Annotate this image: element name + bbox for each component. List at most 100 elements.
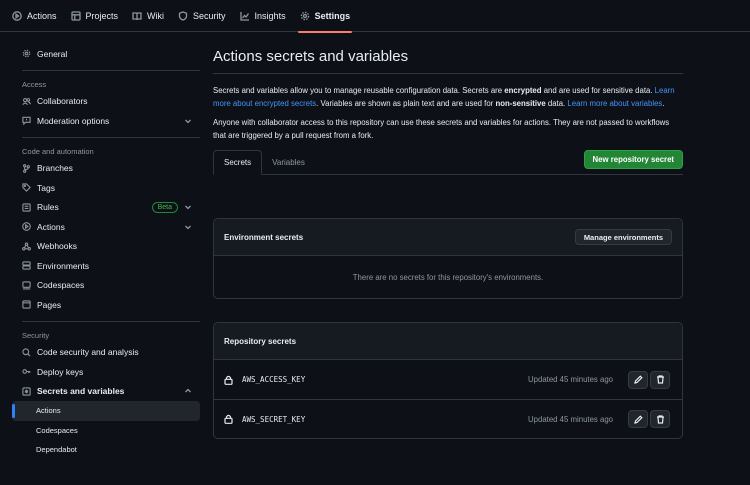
sidebar-item-moderation[interactable]: Moderation options xyxy=(12,111,200,131)
collaborator-note: Anyone with collaborator access to this … xyxy=(213,118,670,140)
repo-nav: Actions Projects Wiki Security Insights … xyxy=(0,0,750,33)
learn-variables-link[interactable]: Learn more about variables xyxy=(567,99,662,108)
intro-paragraph: Secrets and variables allow you to manag… xyxy=(213,86,675,108)
nav-tab-settings[interactable]: Settings xyxy=(297,0,352,33)
nav-tab-label: Projects xyxy=(85,10,119,21)
sidebar-item-rules[interactable]: Rules Beta xyxy=(12,198,200,218)
new-repository-secret-button[interactable]: New repository secret xyxy=(583,150,683,169)
delete-secret-button[interactable] xyxy=(650,370,670,389)
key-asterisk-icon xyxy=(22,387,31,396)
nav-tab-label: Insights xyxy=(254,10,286,21)
report-icon xyxy=(22,117,31,126)
chevron-up-icon[interactable] xyxy=(184,387,192,395)
graph-icon xyxy=(239,11,249,21)
sidebar-item-code-security[interactable]: Code security and analysis xyxy=(12,343,200,363)
lock-icon xyxy=(224,414,233,424)
webhook-icon xyxy=(22,242,31,251)
sidebar-heading-code: Code and automation xyxy=(22,146,94,156)
sidebar-item-collaborators[interactable]: Collaborators xyxy=(12,92,200,112)
nav-tab-label: Wiki xyxy=(147,10,165,21)
main-content: Actions secrets and variables Secrets an… xyxy=(213,44,683,439)
environment-secrets-header: Environment secrets Manage environments xyxy=(214,219,682,256)
sidebar-item-label: Environments xyxy=(37,260,89,271)
lock-icon xyxy=(224,375,233,385)
sidebar-item-label: Actions xyxy=(37,221,65,232)
codespaces-icon xyxy=(22,281,31,290)
key-icon xyxy=(22,369,31,375)
secret-name: AWS_ACCESS_KEY xyxy=(242,375,306,384)
rules-icon xyxy=(22,203,31,212)
page-title: Actions secrets and variables xyxy=(213,48,409,65)
nav-tab-label: Settings xyxy=(314,10,351,21)
tag-icon xyxy=(22,183,31,193)
nav-tab-label: Security xyxy=(193,10,226,21)
secret-updated: Updated 45 minutes ago xyxy=(528,414,613,424)
tab-variables[interactable]: Variables xyxy=(262,150,315,174)
environment-secrets-empty: There are no secrets for this repository… xyxy=(352,272,544,282)
sidebar-item-label: Webhooks xyxy=(37,241,78,252)
title-divider xyxy=(213,73,683,74)
branch-icon xyxy=(23,163,30,173)
sidebar-divider xyxy=(22,320,200,322)
pencil-icon xyxy=(633,375,643,384)
nav-tab-label: Actions xyxy=(27,10,57,21)
repository-secrets-box: Repository secrets AWS_ACCESS_KEY Update… xyxy=(213,322,683,439)
play-icon xyxy=(12,10,22,21)
shield-icon xyxy=(178,10,188,21)
trash-icon xyxy=(656,414,664,424)
codescan-icon xyxy=(22,348,31,357)
sidebar-item-label: Pages xyxy=(37,299,62,310)
sidebar-item-label: Tags xyxy=(37,182,55,193)
repository-secrets-title: Repository secrets xyxy=(224,336,297,346)
nav-tab-security[interactable]: Security xyxy=(178,0,226,32)
gear-icon xyxy=(300,11,309,20)
delete-secret-button[interactable] xyxy=(650,410,670,428)
play-icon xyxy=(22,222,31,232)
sidebar-item-label: Moderation options xyxy=(37,115,110,126)
edit-secret-button[interactable] xyxy=(628,410,648,428)
sidebar-divider xyxy=(22,136,200,138)
server-icon xyxy=(22,261,31,270)
people-icon xyxy=(22,97,31,105)
sidebar-item-deploy-keys[interactable]: Deploy keys xyxy=(12,362,200,382)
settings-sidebar: General Access Collaborators Moderation … xyxy=(12,44,200,460)
sidebar-item-label: Collaborators xyxy=(37,96,88,107)
sidebar-item-label: Code security and analysis xyxy=(37,347,139,358)
sidebar-item-label: Secrets and variables xyxy=(37,386,125,397)
pencil-icon xyxy=(633,414,643,424)
sidebar-item-label: Branches xyxy=(37,163,73,174)
sidebar-item-tags[interactable]: Tags xyxy=(12,178,200,198)
sidebar-item-webhooks[interactable]: Webhooks xyxy=(12,237,200,257)
sidebar-item-environments[interactable]: Environments xyxy=(12,256,200,276)
sidebar-divider xyxy=(22,69,200,71)
sidebar-subitem-actions[interactable]: Actions xyxy=(12,401,200,421)
sidebar-heading-access: Access xyxy=(22,79,47,89)
nav-tab-projects[interactable]: Projects xyxy=(70,0,119,32)
chevron-down-icon[interactable] xyxy=(184,203,192,211)
chevron-down-icon[interactable] xyxy=(184,223,192,231)
nav-tab-insights[interactable]: Insights xyxy=(239,0,286,32)
secret-updated: Updated 45 minutes ago xyxy=(528,375,613,384)
gear-icon xyxy=(22,49,31,58)
sidebar-item-pages[interactable]: Pages xyxy=(12,295,200,315)
sidebar-subitem-dependabot[interactable]: Dependabot xyxy=(12,440,200,460)
sidebar-item-actions[interactable]: Actions xyxy=(12,217,200,237)
nav-tab-wiki[interactable]: Wiki xyxy=(132,0,164,32)
sidebar-subitem-label: Dependabot xyxy=(36,445,77,455)
nav-tab-actions[interactable]: Actions xyxy=(12,0,57,32)
secret-row: AWS_SECRET_KEY Updated 45 minutes ago xyxy=(214,399,682,438)
edit-secret-button[interactable] xyxy=(628,370,648,389)
sidebar-item-general[interactable]: General xyxy=(12,44,200,64)
secret-name: AWS_SECRET_KEY xyxy=(242,414,306,424)
sidebar-item-codespaces[interactable]: Codespaces xyxy=(12,276,200,296)
sidebar-item-label: Codespaces xyxy=(37,280,85,291)
manage-environments-button[interactable]: Manage environments xyxy=(574,229,672,245)
sidebar-item-secrets-variables[interactable]: Secrets and variables xyxy=(12,382,200,402)
tab-secrets[interactable]: Secrets xyxy=(213,150,263,175)
sidebar-item-label: Deploy keys xyxy=(37,366,84,377)
book-icon xyxy=(132,11,142,20)
sidebar-subitem-codespaces[interactable]: Codespaces xyxy=(12,421,200,441)
chevron-down-icon[interactable] xyxy=(184,117,192,125)
sidebar-item-branches[interactable]: Branches xyxy=(12,159,200,179)
secret-row: AWS_ACCESS_KEY Updated 45 minutes ago xyxy=(214,360,682,399)
